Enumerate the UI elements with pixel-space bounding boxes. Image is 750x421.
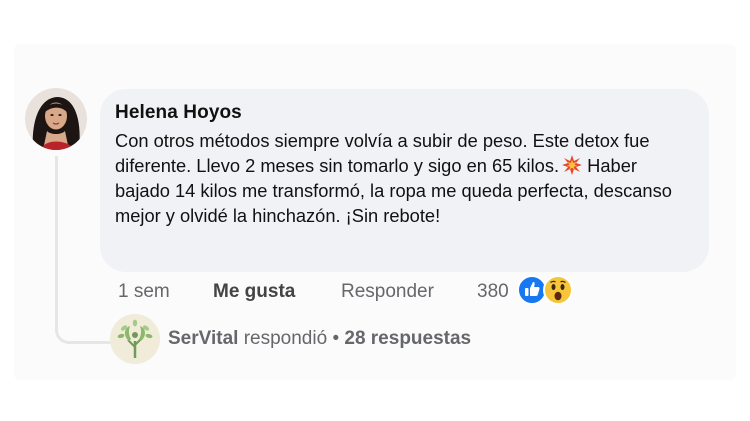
reply-count: 28 respuestas: [344, 328, 472, 349]
servital-avatar[interactable]: [110, 314, 160, 364]
comment-author-name[interactable]: Helena Hoyos: [115, 100, 693, 126]
reaction-count[interactable]: 380: [477, 279, 509, 305]
reply-summary-link[interactable]: SerVital respondió • 28 respuestas: [168, 326, 471, 352]
reply-verb: respondió: [243, 328, 328, 349]
comment-bubble: Helena Hoyos Con otros métodos siempre v…: [100, 89, 709, 272]
wow-reaction-icon[interactable]: [543, 275, 573, 305]
reply-author-name: SerVital: [168, 328, 239, 349]
profile-photo-icon: [25, 88, 87, 150]
reply-separator: •: [332, 328, 340, 349]
comment-timestamp[interactable]: 1 sem: [118, 279, 170, 305]
servital-tree-logo-icon: [110, 314, 160, 364]
like-button[interactable]: Me gusta: [213, 279, 295, 305]
comment-text: Con otros métodos siempre volvía a subir…: [115, 128, 693, 228]
commenter-avatar[interactable]: [25, 88, 87, 150]
comment-screenshot: Helena Hoyos Con otros métodos siempre v…: [0, 0, 750, 421]
reply-button[interactable]: Responder: [341, 279, 434, 305]
collision-burst-icon: [562, 155, 583, 175]
